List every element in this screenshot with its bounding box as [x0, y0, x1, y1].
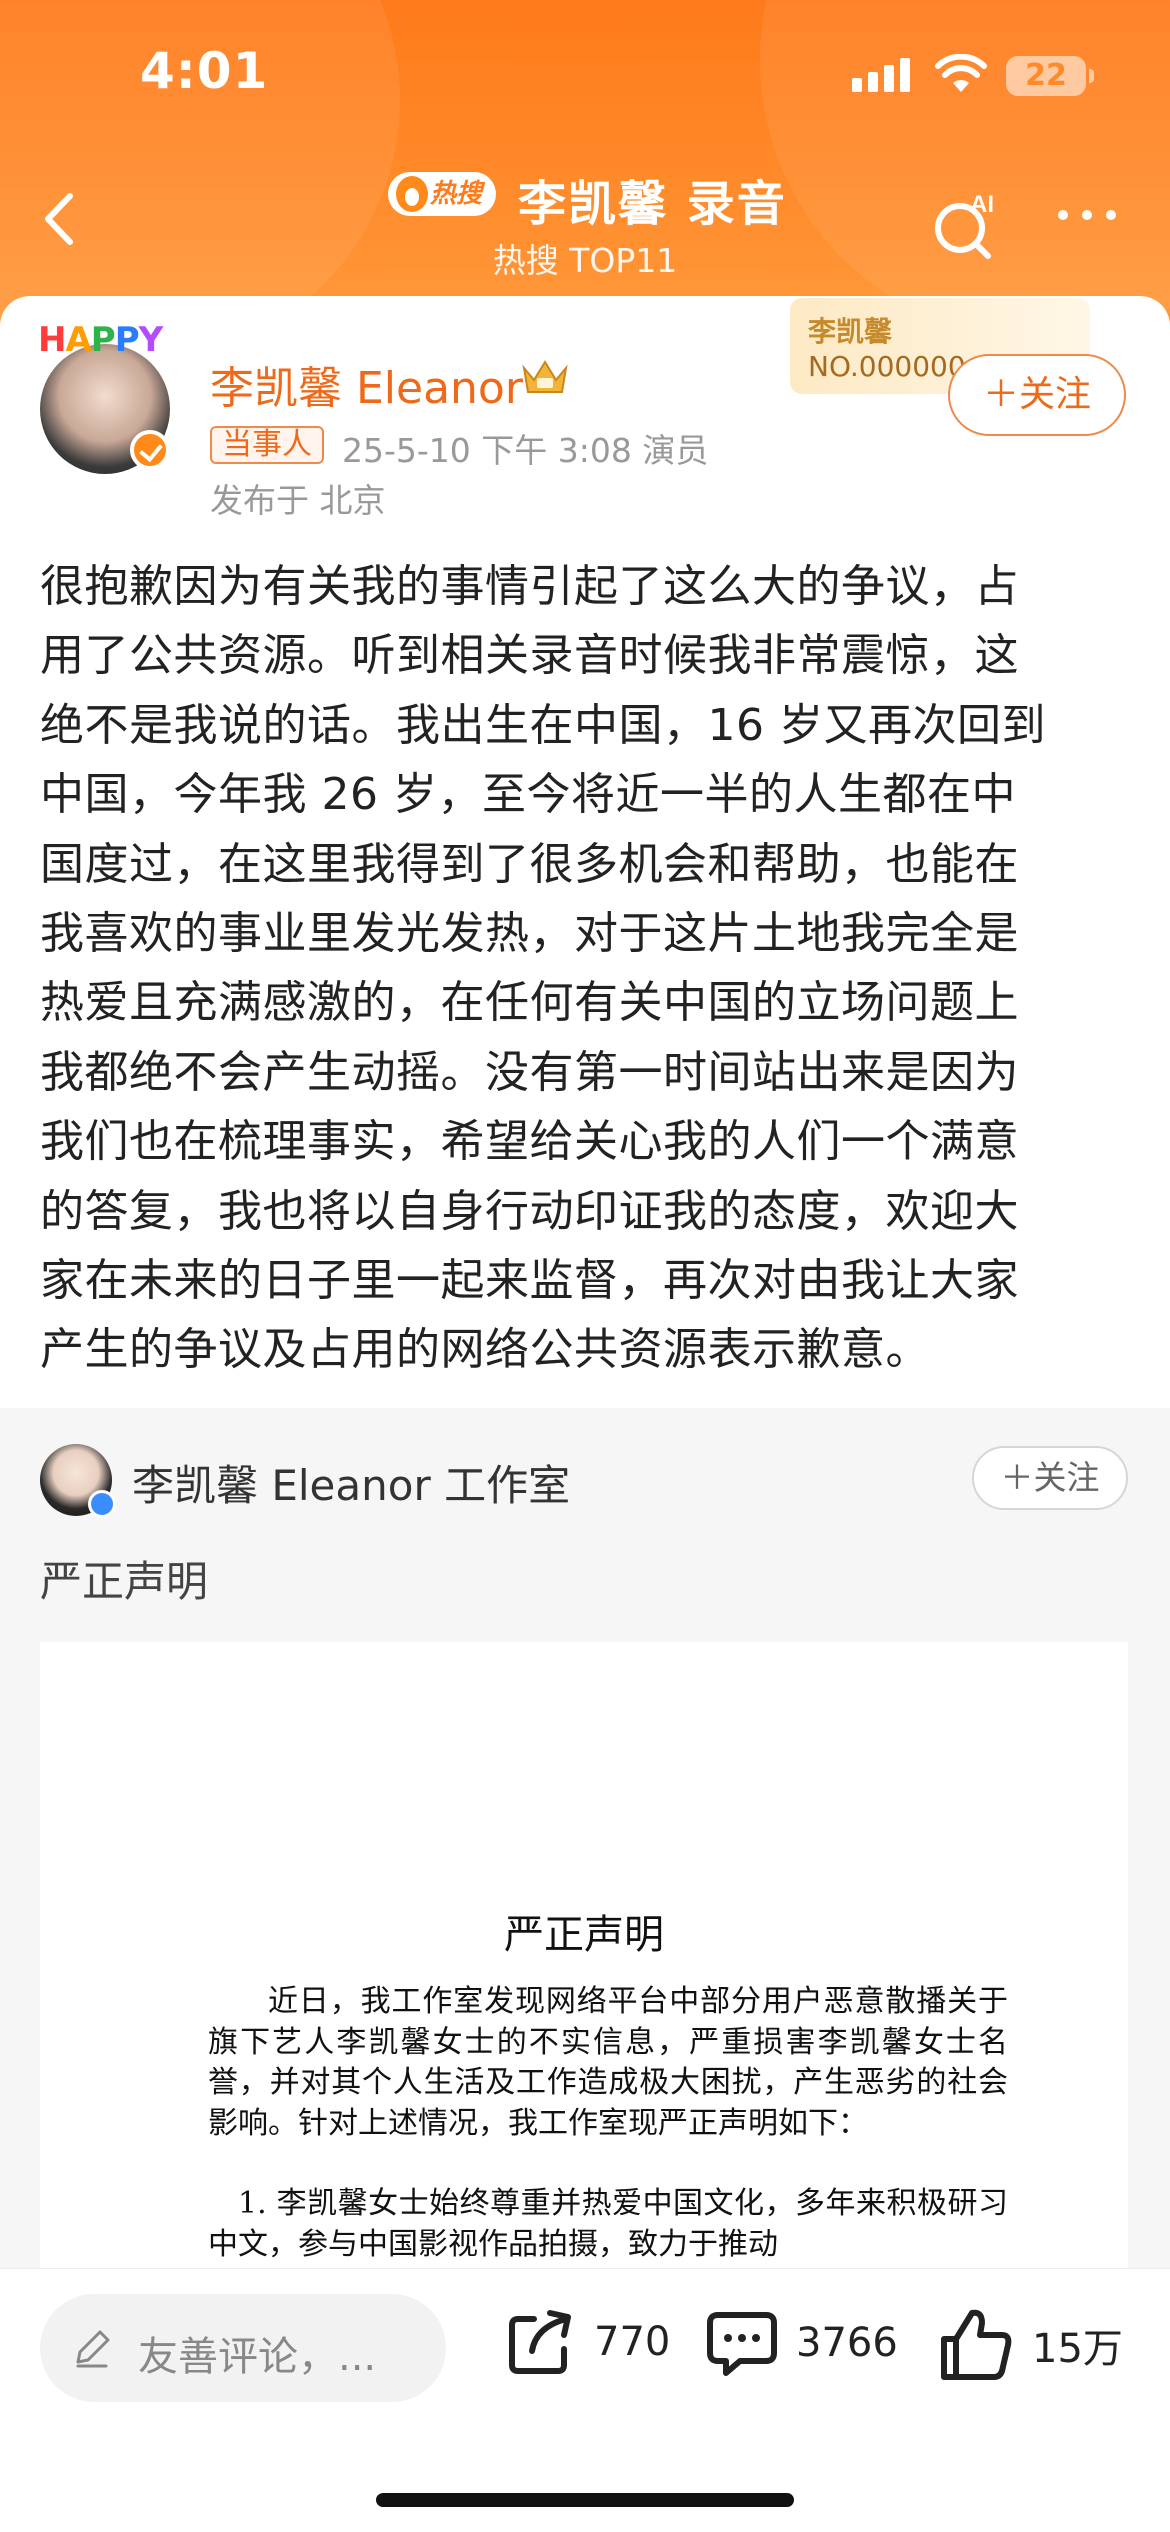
post-meta: 25-5-10 下午 3:08 演员 [342, 431, 709, 470]
author-name[interactable]: 李凯馨 Eleanor [210, 352, 523, 416]
hot-search-badge: 热搜 [388, 172, 497, 216]
reposted-card[interactable]: 李凯馨 Eleanor 工作室 ＋关注 严正声明 严正声明 近日，我工作室发现网… [0, 1408, 1170, 2268]
home-indicator [376, 2493, 794, 2507]
comment-input[interactable]: 友善评论，... [40, 2294, 446, 2402]
like-count: 15万 [1032, 2326, 1123, 2372]
more-icon[interactable] [1058, 210, 1116, 220]
statement-image[interactable]: 严正声明 近日，我工作室发现网络平台中部分用户恶意散播关于旗下艺人李凯馨女士的不… [40, 1642, 1128, 2268]
status-bar: 4:01 22 [0, 0, 1170, 150]
status-time: 4:01 [140, 42, 269, 100]
verified-icon [88, 1490, 116, 1518]
comment-icon [707, 2312, 777, 2376]
hot-flame-icon [396, 176, 428, 212]
follow-button[interactable]: ＋关注 [948, 354, 1126, 436]
header: 4:01 22 热搜 李凯馨 录音 热搜 TOP11 AI [0, 0, 1170, 330]
like-button[interactable]: 15万 [936, 2305, 1123, 2385]
pen-icon [76, 2330, 110, 2368]
post-location: 发布于 北京 [210, 481, 386, 520]
repost-count: 770 [594, 2319, 671, 2365]
verified-icon [130, 430, 170, 470]
comment-count: 3766 [796, 2320, 898, 2366]
page-title: 李凯馨 录音 [518, 176, 787, 232]
battery-icon: 22 [1006, 56, 1094, 96]
post-card: HAPPY 李凯馨 Eleanor 李凯馨 NO.000000 ＋关注 当事人 … [0, 296, 1170, 1408]
repost-author-name[interactable]: 李凯馨 Eleanor 工作室 [132, 1452, 570, 1513]
post-text: 很抱歉因为有关我的事情引起了这么大的争议，占 用了公共资源。听到相关录音时候我非… [40, 561, 1046, 1376]
wifi-icon [935, 54, 987, 92]
svg-text:AI: AI [970, 191, 994, 218]
ai-search-icon[interactable]: AI [928, 184, 1008, 264]
statement-body: 近日，我工作室发现网络平台中部分用户恶意散播关于旗下艺人李凯馨女士的不实信息，严… [208, 1984, 1008, 2262]
avatar-decoration: HAPPY [38, 320, 163, 360]
nav-bar: 热搜 李凯馨 录音 热搜 TOP11 AI [0, 150, 1170, 300]
crown-icon [522, 360, 568, 393]
comment-button[interactable]: 3766 [704, 2305, 898, 2381]
repost-follow-button[interactable]: ＋关注 [972, 1446, 1128, 1510]
role-tag: 当事人 [210, 426, 324, 464]
like-icon [941, 2309, 1012, 2380]
repost-button[interactable]: 770 [504, 2305, 670, 2379]
statement-title: 严正声明 [504, 1912, 664, 1958]
share-icon [509, 2310, 571, 2374]
signal-icon [852, 58, 910, 92]
comment-placeholder: 友善评论，... [138, 2334, 377, 2380]
bottom-action-bar: 友善评论，... 770 3766 15万 [0, 2268, 1170, 2532]
repost-text: 严正声明 [40, 1557, 209, 1606]
